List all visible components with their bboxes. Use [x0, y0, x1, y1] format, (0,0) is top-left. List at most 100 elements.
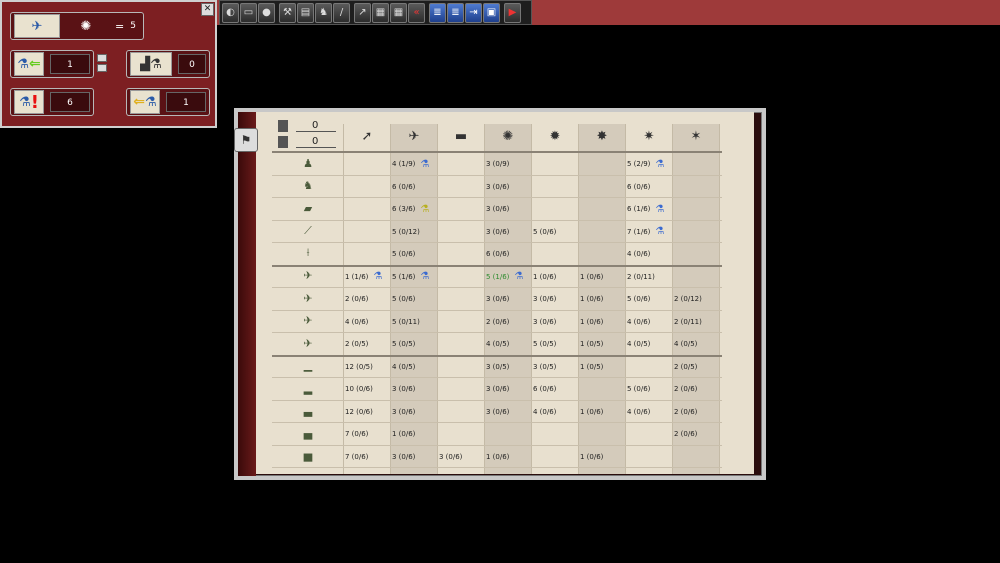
table-cell: 1 (0/5) [580, 357, 603, 377]
bomber-icon: ✈ [303, 314, 313, 327]
table-cell: 2 (0/5) [345, 334, 368, 354]
research-flask-icon[interactable]: ⚗ [655, 159, 664, 170]
cell-value: 4 (0/6) [533, 407, 557, 416]
table-cell: 3 (0/5) [533, 357, 556, 377]
cell-value: 3 (0/9) [486, 160, 510, 168]
ledger-icon[interactable]: ▦ [372, 2, 389, 23]
submarine-icon: ▁ [303, 359, 313, 372]
table-cell: 4 (0/5) [674, 334, 697, 354]
explosion-missile-icon: ✶ [690, 128, 702, 144]
cell-value: 4 (0/6) [345, 317, 369, 326]
research-flask-icon[interactable]: ⚗ [655, 204, 664, 215]
research-in-value: 1 [50, 54, 90, 74]
table-cell: 1 (0/6) [392, 424, 415, 444]
equals-sign: = [115, 19, 125, 33]
map-icon[interactable]: ◐ [222, 2, 239, 23]
cell-value: 2 (0/6) [674, 407, 698, 416]
table-cell: 2 (0/6) [345, 289, 368, 309]
globe-icon[interactable]: ● [258, 2, 275, 23]
document-icon[interactable]: ▭ [240, 2, 257, 23]
heavy-bomber-icon: ✈ [303, 336, 313, 350]
factories-box[interactable]: ▟⚗ 0 [126, 50, 210, 78]
cell-value: 5 (0/6) [627, 295, 651, 303]
cell-value: 5 (2/9) [627, 160, 651, 168]
cell-value: 3 (0/6) [392, 407, 416, 416]
research-flask-icon[interactable]: ⚗ [420, 271, 429, 282]
battleship-icon: ▅ [303, 449, 313, 462]
table-cell: 6 (0/6) [486, 244, 509, 264]
grid-icon[interactable]: ▦ [390, 2, 407, 23]
save-icon[interactable]: ▣ [483, 2, 500, 23]
list-add-icon[interactable]: ≣ [447, 2, 464, 23]
research-out-box[interactable]: ⇐ ⚗ 1 [126, 88, 210, 116]
toggle-list-icon[interactable] [97, 54, 109, 74]
cell-value: 3 (0/6) [486, 407, 510, 416]
cell-value: 3 (0/6) [392, 385, 416, 393]
cell-value: 5 (0/6) [627, 385, 651, 393]
cell-value: 1 (0/6) [580, 407, 604, 416]
table-cell: 3 (0/6) [486, 177, 509, 197]
table-cell: 7 (0/6) [345, 447, 368, 467]
cell-value: 4 (0/5) [392, 362, 416, 371]
research-flask-icon[interactable]: ⚗ [514, 271, 523, 282]
research-in-box[interactable]: ⚗ ⇐ 1 [10, 50, 94, 78]
table-cell: 1 (0/6) [580, 447, 603, 467]
technology-icon[interactable]: ▤ [297, 2, 314, 23]
rewind-icon[interactable]: « [408, 2, 425, 23]
production-icon[interactable]: ⚒ [279, 2, 296, 23]
cell-value: 3 (0/6) [392, 452, 416, 461]
row-divider [272, 287, 722, 288]
book-logo-icon[interactable]: ⚑ [234, 128, 258, 152]
table-cell: 5 (0/12) [392, 222, 420, 242]
cell-value: 1 (0/6) [580, 317, 604, 326]
table-cell: 2 (0/11) [627, 267, 655, 287]
pen-icon[interactable]: / [333, 2, 350, 23]
explosion-naval-icon: ✸ [596, 128, 608, 144]
table-cell: 4 (0/6) [533, 402, 556, 422]
cell-value: 2 (0/6) [486, 317, 510, 326]
table-cell: 5 (0/6) [533, 222, 556, 242]
table-cell: 2 (0/11) [674, 312, 702, 332]
table-cell: 1 (0/6) [486, 447, 509, 467]
row-divider [272, 467, 722, 468]
cell-value: 1 (0/6) [580, 452, 604, 461]
train-icon: ▬ [454, 128, 468, 144]
cell-value: 5 (0/12) [392, 227, 420, 236]
research-flask-icon[interactable]: ⚗ [655, 226, 664, 237]
close-icon[interactable]: ✕ [201, 3, 214, 16]
table-cell: 7 (1/6) ⚗ [627, 222, 664, 242]
research-flask-icon[interactable]: ⚗ [420, 159, 429, 170]
research-flask-icon[interactable]: ⚗ [420, 204, 429, 215]
table-cell: 1 (0/6) [580, 267, 603, 287]
cell-value: 3 (0/6) [439, 452, 463, 461]
resource-value-2: 0 [296, 136, 336, 148]
missile-icon[interactable]: ↗ [354, 2, 371, 23]
export-icon[interactable]: ⇥ [465, 2, 482, 23]
explosion-ground-icon: ✹ [549, 128, 561, 144]
table-cell: 6 (0/6) [392, 177, 415, 197]
cell-value: 4 (0/5) [627, 340, 651, 348]
info-panel: ✕ ✈ ✺ = 5 ⚗ ⇐ 1 ▟⚗ 0 ⚗! 6 ⇐ ⚗ 1 [0, 0, 217, 128]
table-cell: 5 (2/9) ⚗ [627, 154, 664, 174]
research-flask-out-icon: ⇐ ⚗ [130, 90, 160, 114]
alert-box[interactable]: ⚗! 6 [10, 88, 94, 116]
research-flask-icon[interactable]: ⚗ [373, 271, 382, 282]
resource-row-2: 0 [278, 136, 336, 148]
cell-value: 3 (0/5) [486, 362, 510, 371]
cell-value: 2 (0/12) [674, 295, 702, 303]
troops-icon[interactable]: ♞ [315, 2, 332, 23]
cell-value: 7 (0/6) [345, 452, 369, 461]
resource-row-1: 0 [278, 120, 336, 132]
cell-value: 2 (0/5) [345, 340, 369, 348]
table-cell: 2 (0/12) [674, 289, 702, 309]
play-icon[interactable]: ▶ [504, 2, 521, 23]
cell-value: 3 (0/6) [486, 182, 510, 191]
strength-box: ✈ ✺ = 5 [10, 12, 144, 40]
table-cell: 2 (0/5) [674, 357, 697, 377]
list-icon[interactable]: ≣ [429, 2, 446, 23]
table-cell: 6 (0/6) [627, 177, 650, 197]
cell-value: 6 (0/6) [392, 182, 416, 191]
cell-value: 2 (0/6) [674, 385, 698, 393]
cell-value: 4 (0/5) [674, 340, 698, 348]
cell-value: 7 (0/6) [345, 430, 369, 438]
